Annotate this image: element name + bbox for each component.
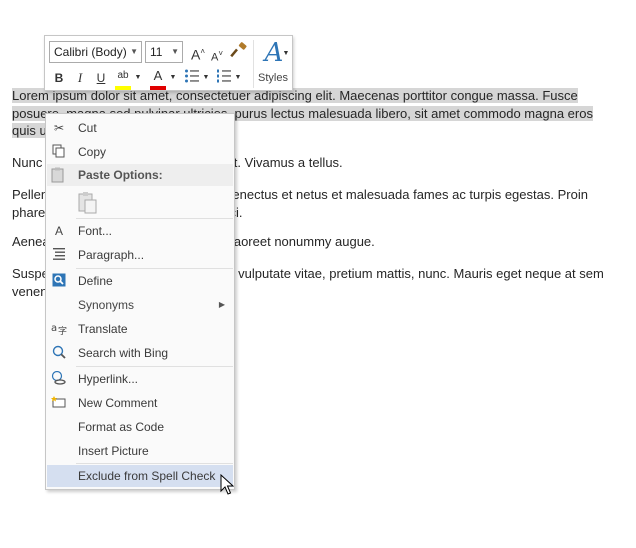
chevron-down-icon[interactable]: ▼ bbox=[130, 42, 138, 62]
font-name-value: Calibri (Body) bbox=[54, 45, 127, 59]
chevron-down-icon[interactable]: ▼ bbox=[171, 42, 179, 62]
paste-options-label: Paste Options: bbox=[78, 168, 163, 182]
menu-item-synonyms[interactable]: Synonyms ▶ bbox=[47, 294, 233, 316]
shrink-font-button[interactable]: A˅ bbox=[209, 44, 225, 64]
font-color-swatch bbox=[150, 86, 166, 90]
menu-item-label: Insert Picture bbox=[78, 444, 149, 458]
menu-item-label: Format as Code bbox=[78, 420, 165, 434]
font-size-combobox[interactable]: 11 ▼ bbox=[145, 41, 183, 63]
menu-item-copy[interactable]: Copy bbox=[47, 141, 233, 163]
numbering-icon bbox=[217, 69, 231, 83]
menu-item-label: Exclude from Spell Check bbox=[78, 469, 216, 483]
numbering-button[interactable] bbox=[215, 68, 233, 88]
font-color-button[interactable]: A bbox=[149, 66, 167, 86]
svg-text:a: a bbox=[51, 323, 57, 334]
paste-keep-text-only-icon[interactable] bbox=[76, 191, 100, 215]
grow-font-icon: A bbox=[190, 46, 201, 63]
menu-item-insert-picture[interactable]: Insert Picture bbox=[47, 440, 233, 462]
format-painter-button[interactable] bbox=[229, 41, 249, 61]
font-name-combobox[interactable]: Calibri (Body) ▼ bbox=[49, 41, 142, 63]
menu-item-label: Translate bbox=[78, 322, 128, 336]
chevron-down-icon[interactable]: ▼ bbox=[282, 44, 290, 64]
scissors-icon: ✂ bbox=[53, 121, 65, 135]
underline-icon: U bbox=[96, 71, 106, 85]
grow-font-button[interactable]: A˄ bbox=[189, 42, 207, 63]
font-icon: A bbox=[54, 224, 63, 238]
menu-item-label: Paragraph... bbox=[78, 248, 145, 262]
styles-button-label[interactable]: Styles bbox=[255, 72, 291, 84]
chevron-down-icon[interactable]: ▼ bbox=[134, 68, 142, 88]
menu-separator bbox=[76, 268, 233, 269]
new-comment-icon bbox=[51, 395, 67, 411]
paste-options-header: Paste Options: bbox=[47, 164, 233, 186]
translate-icon: a字 bbox=[51, 321, 67, 337]
menu-item-new-comment[interactable]: New Comment bbox=[47, 392, 233, 414]
highlight-button[interactable]: ab bbox=[113, 66, 133, 86]
menu-item-label: Define bbox=[78, 274, 113, 288]
menu-item-label: Cut bbox=[78, 121, 97, 135]
menu-item-label: Search with Bing bbox=[78, 346, 169, 360]
menu-item-font[interactable]: A Font... bbox=[47, 220, 233, 242]
search-globe-icon bbox=[51, 345, 67, 361]
svg-text:字: 字 bbox=[58, 325, 67, 335]
toolbar-divider bbox=[253, 40, 254, 88]
menu-item-search-bing[interactable]: Search with Bing bbox=[47, 342, 233, 364]
chevron-down-icon[interactable]: ▼ bbox=[169, 68, 177, 88]
font-color-icon: A bbox=[153, 68, 163, 83]
menu-item-translate[interactable]: a字 Translate bbox=[47, 318, 233, 340]
highlight-color-swatch bbox=[115, 86, 131, 90]
menu-item-exclude-spell-check[interactable]: Exclude from Spell Check bbox=[47, 465, 233, 487]
hyperlink-icon bbox=[51, 370, 67, 387]
bold-icon: B bbox=[54, 71, 64, 85]
context-menu: ✂ Cut Copy Paste Options: A Font... Para… bbox=[45, 113, 235, 490]
menu-separator bbox=[76, 463, 233, 464]
font-size-value: 11 bbox=[150, 45, 163, 59]
mouse-cursor-icon bbox=[220, 474, 234, 495]
paragraph-icon bbox=[51, 247, 67, 263]
menu-item-paragraph[interactable]: Paragraph... bbox=[47, 244, 233, 266]
menu-separator bbox=[76, 218, 233, 219]
underline-button[interactable]: U bbox=[93, 68, 109, 88]
menu-item-format-as-code[interactable]: Format as Code bbox=[47, 416, 233, 438]
bold-button[interactable]: B bbox=[51, 68, 67, 88]
menu-item-label: Font... bbox=[78, 224, 113, 238]
define-icon bbox=[51, 273, 67, 289]
menu-item-define[interactable]: Define bbox=[47, 270, 233, 292]
clipboard-icon bbox=[51, 167, 67, 183]
mini-toolbar: Calibri (Body) ▼ 11 ▼ A˄ A˅ B I U ab ▼ A… bbox=[44, 35, 293, 91]
menu-item-cut[interactable]: ✂ Cut bbox=[47, 117, 233, 139]
bullets-icon bbox=[185, 69, 199, 83]
chevron-down-icon[interactable]: ▼ bbox=[234, 68, 242, 88]
italic-icon: I bbox=[77, 70, 83, 85]
format-painter-icon bbox=[230, 42, 247, 58]
chevron-right-icon: ▶ bbox=[218, 300, 225, 309]
highlight-icon: ab bbox=[117, 70, 129, 81]
italic-button[interactable]: I bbox=[72, 68, 88, 88]
menu-separator bbox=[76, 366, 233, 367]
copy-icon bbox=[51, 144, 67, 160]
chevron-down-icon[interactable]: ▼ bbox=[202, 68, 210, 88]
menu-item-label: Synonyms bbox=[78, 298, 135, 312]
menu-item-hyperlink[interactable]: Hyperlink... bbox=[47, 368, 233, 390]
menu-item-label: New Comment bbox=[78, 396, 158, 410]
menu-item-label: Copy bbox=[78, 145, 107, 159]
menu-item-label: Hyperlink... bbox=[78, 372, 139, 386]
bullets-button[interactable] bbox=[183, 68, 201, 88]
